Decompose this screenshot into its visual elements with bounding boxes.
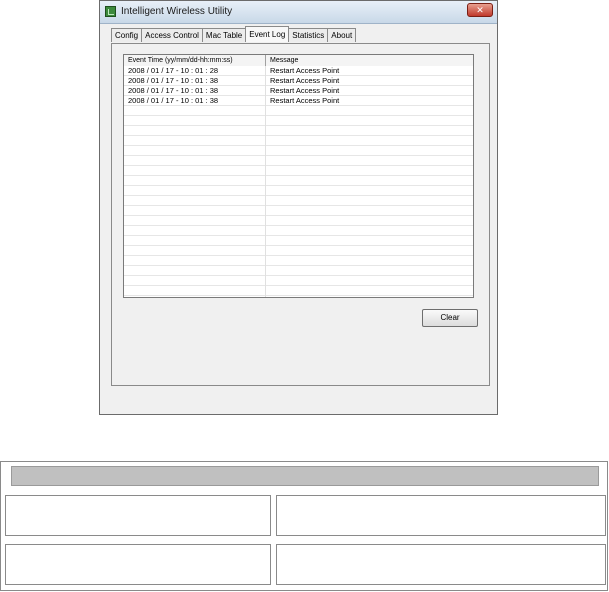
event-message: Restart Access Point [270,76,340,85]
table-cell [5,544,271,585]
tab-mac-table[interactable]: Mac Table [201,28,247,42]
tab-access-control[interactable]: Access Control [141,28,203,42]
event-message: Restart Access Point [270,66,340,75]
list-row[interactable]: 2008 / 01 / 17 - 10 : 01 : 28 Restart Ac… [124,66,473,76]
event-log-panel: Event Time (yy/mm/dd-hh:mm:ss) Message 2… [111,43,490,386]
app-icon [105,6,116,17]
event-message: Restart Access Point [270,96,340,105]
event-time: 2008 / 01 / 17 - 10 : 01 : 38 [128,96,219,105]
event-message: Restart Access Point [270,86,340,95]
event-time: 2008 / 01 / 17 - 10 : 01 : 28 [128,66,219,75]
tab-about[interactable]: About [327,28,357,42]
event-log-list[interactable]: Event Time (yy/mm/dd-hh:mm:ss) Message 2… [123,54,474,298]
description-table [0,461,608,591]
column-header-message[interactable]: Message [266,55,473,66]
list-row[interactable]: 2008 / 01 / 17 - 10 : 01 : 38 Restart Ac… [124,86,473,96]
list-row[interactable]: 2008 / 01 / 17 - 10 : 01 : 38 Restart Ac… [124,76,473,86]
close-button[interactable]: ✕ [467,3,493,17]
tab-strip: Config Access Control Mac Table Event Lo… [111,26,357,43]
column-header-event-time[interactable]: Event Time (yy/mm/dd-hh:mm:ss) [124,55,266,66]
tab-statistics[interactable]: Statistics [288,28,329,42]
event-time: 2008 / 01 / 17 - 10 : 01 : 38 [128,76,219,85]
window-title: Intelligent Wireless Utility [121,6,233,17]
title-bar[interactable]: Intelligent Wireless Utility ✕ [100,1,497,24]
dialog-window: Intelligent Wireless Utility ✕ Config Ac… [99,0,498,415]
list-row[interactable]: 2008 / 01 / 17 - 10 : 01 : 38 Restart Ac… [124,96,473,106]
list-body: 2008 / 01 / 17 - 10 : 01 : 28 Restart Ac… [124,66,473,297]
table-header-bar [11,466,599,486]
tab-config[interactable]: Config [111,28,143,42]
table-cell [5,495,271,536]
tab-event-log[interactable]: Event Log [245,26,290,42]
clear-button[interactable]: Clear [422,309,478,327]
table-cell [276,544,606,585]
table-cell [276,495,606,536]
event-time: 2008 / 01 / 17 - 10 : 01 : 38 [128,86,219,95]
